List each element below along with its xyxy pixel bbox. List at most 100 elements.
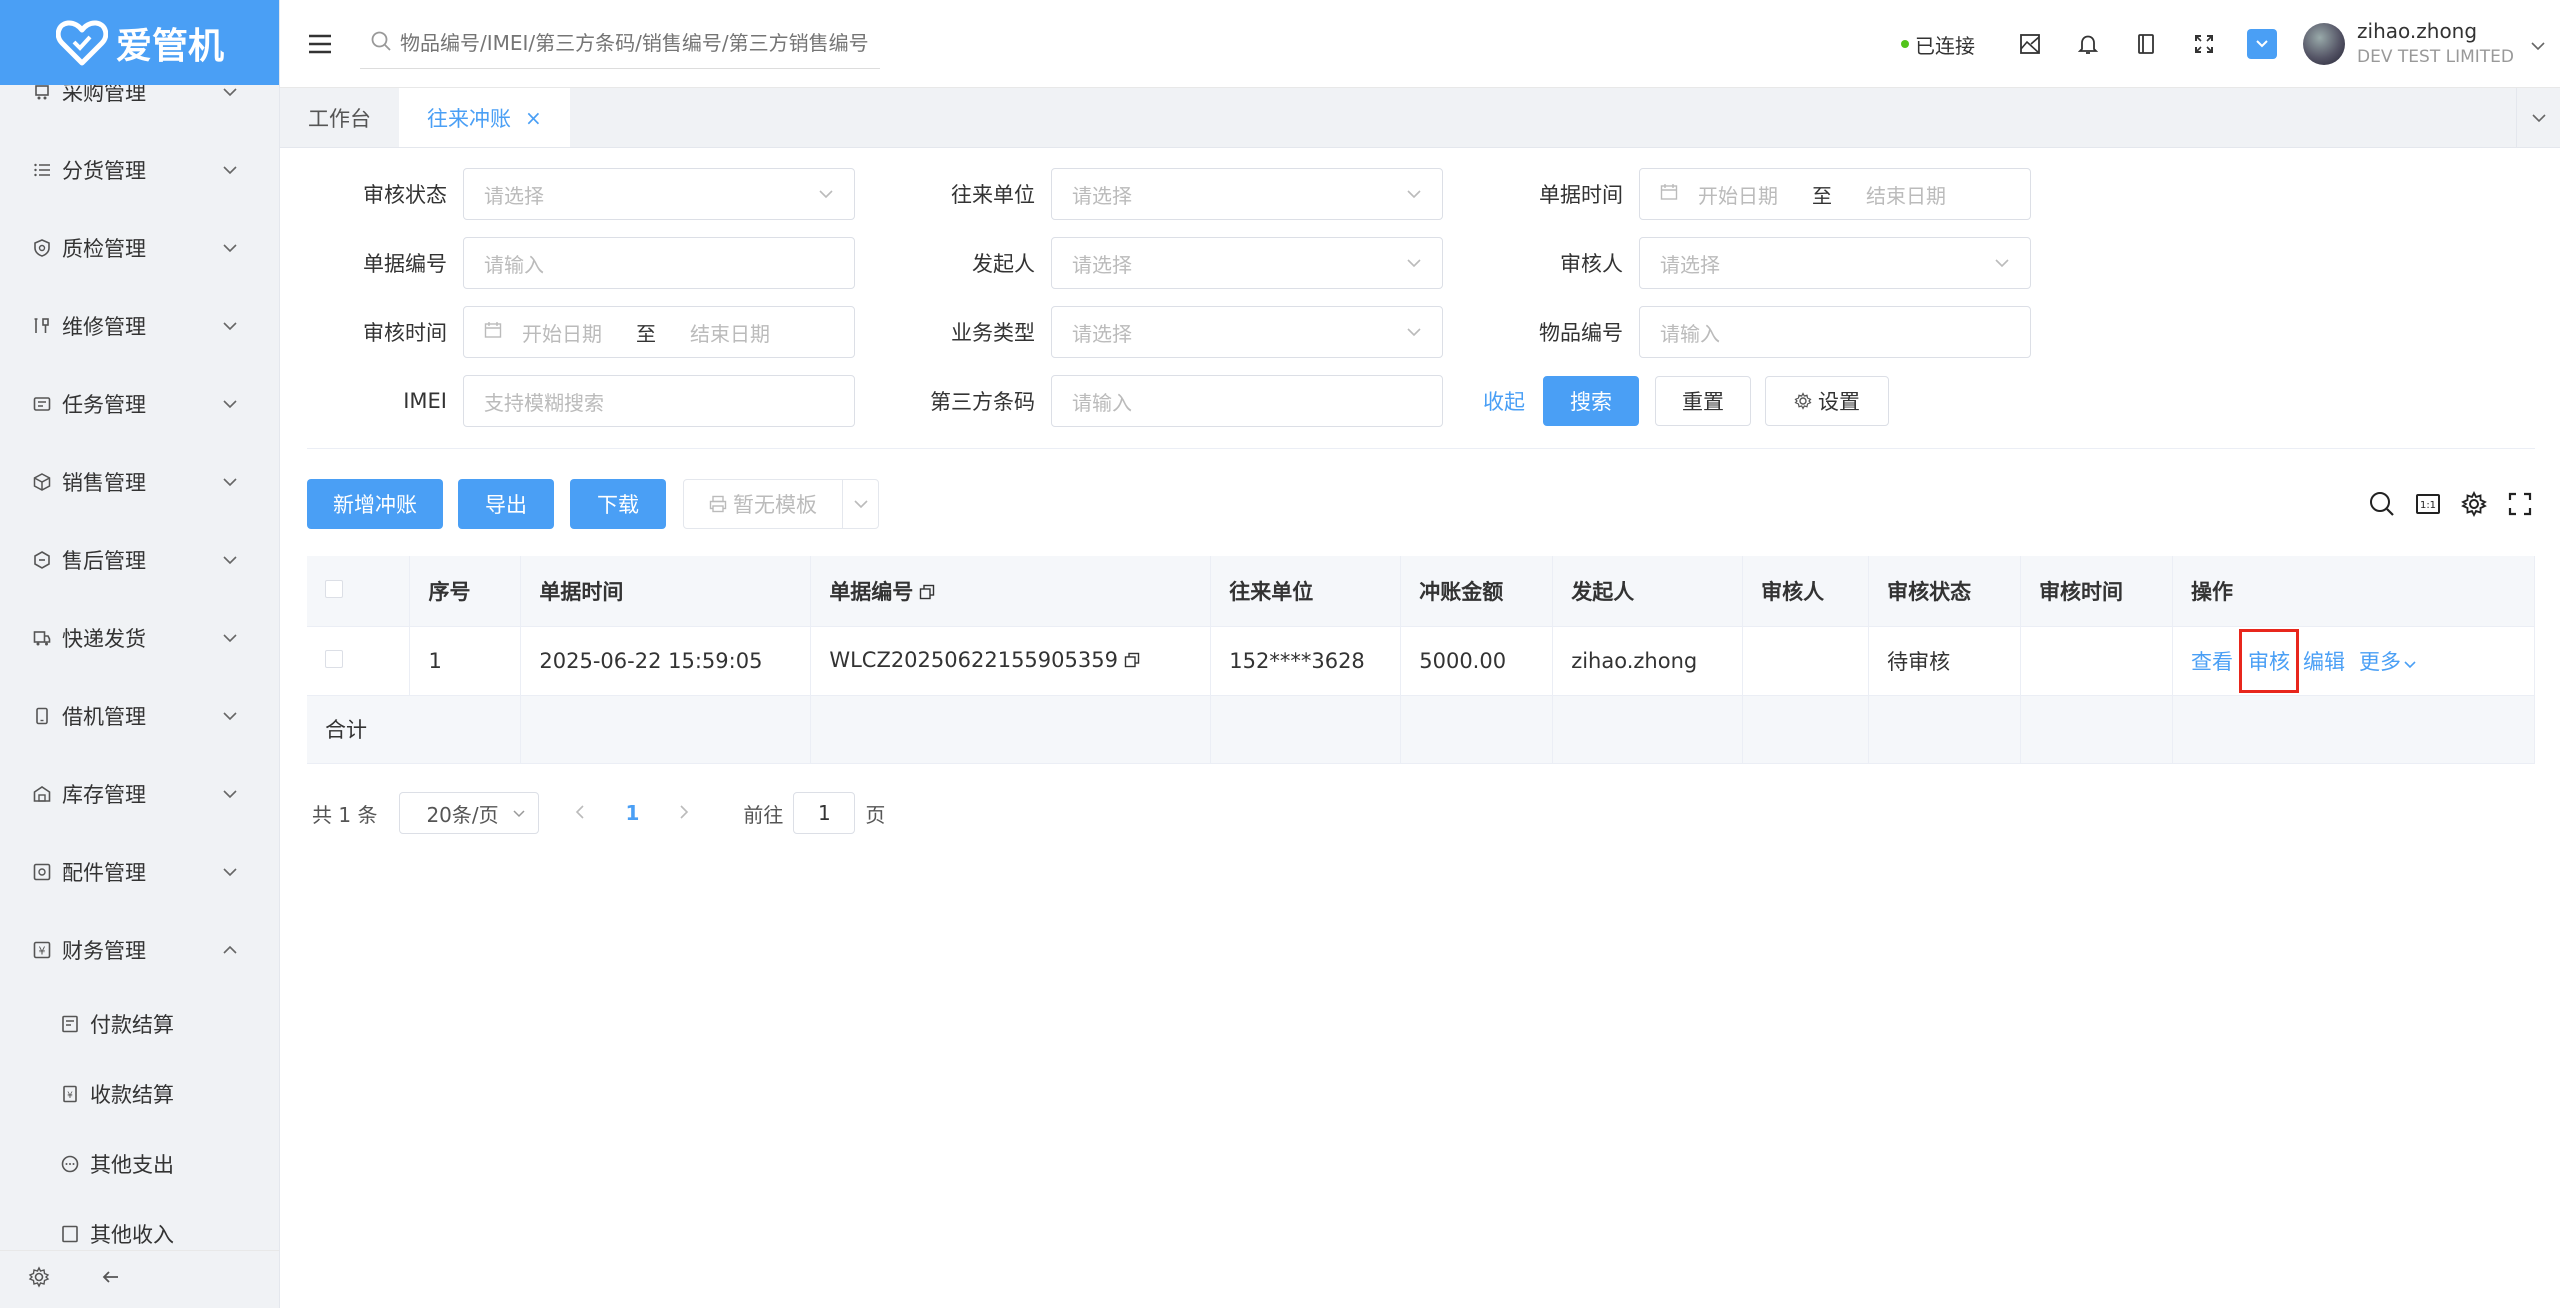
notebook-icon[interactable] [2117, 15, 2175, 73]
field-label: 物品编号 [1539, 321, 1623, 345]
initiator-select[interactable]: 请选择 [1051, 237, 1443, 289]
third-code-input[interactable]: 请输入 [1051, 375, 1443, 427]
add-reconciliation-button[interactable]: 新增冲账 [307, 479, 443, 529]
sidebar-item-finance[interactable]: ¥ 财务管理 [0, 911, 279, 989]
user-menu[interactable]: zihao.zhong DEV TEST LIMITED [2303, 18, 2546, 70]
row-checkbox[interactable] [325, 649, 343, 668]
parts-icon [30, 860, 54, 884]
tab-reconciliation[interactable]: 往来冲账 × [399, 88, 570, 147]
sidebar-subitem-receipt[interactable]: ¥ 收款结算 [0, 1059, 279, 1129]
col-header[interactable]: 序号 [409, 556, 522, 627]
export-button[interactable]: 导出 [458, 479, 554, 529]
field-label: IMEI [403, 389, 447, 413]
chevron-down-icon[interactable] [842, 480, 878, 528]
audit-time-range[interactable]: 开始日期 至 结束日期 [463, 306, 855, 358]
settings-button[interactable]: 设置 [1765, 376, 1889, 426]
tools-icon [30, 314, 54, 338]
sidebar-item-express[interactable]: 快递发货 [0, 599, 279, 677]
copy-icon[interactable] [919, 581, 935, 605]
goto-page-input[interactable]: 1 [793, 792, 856, 834]
item-no-input[interactable]: 请输入 [1639, 306, 2031, 358]
cell-doc-no: WLCZ20250622155905359 [810, 626, 1212, 696]
search-icon[interactable] [2367, 489, 2397, 519]
sidebar-item-parts[interactable]: 配件管理 [0, 833, 279, 911]
sidebar-subitem-payment[interactable]: 付款结算 [0, 989, 279, 1059]
col-header[interactable]: 审核人 [1742, 556, 1870, 627]
image-icon[interactable] [2001, 15, 2059, 73]
density-icon[interactable]: 1:1 [2413, 489, 2443, 519]
table-summary-row: 合计 [307, 695, 2535, 764]
sidebar-item-label: 配件管理 [62, 861, 146, 885]
col-header[interactable]: 单据时间 [520, 556, 812, 627]
divider [307, 448, 2535, 449]
imei-input[interactable]: 支持模糊搜索 [463, 375, 855, 427]
table-row[interactable]: 1 2025-06-22 15:59:05 WLCZ20250622155905… [307, 626, 2535, 696]
partner-select[interactable]: 请选择 [1051, 168, 1443, 220]
col-header[interactable]: 冲账金额 [1400, 556, 1554, 627]
next-page-icon[interactable] [679, 801, 689, 825]
col-header[interactable]: 往来单位 [1210, 556, 1402, 627]
sidebar-item-loan[interactable]: 借机管理 [0, 677, 279, 755]
global-search-input[interactable] [400, 31, 870, 55]
sidebar-item-repair[interactable]: 维修管理 [0, 287, 279, 365]
shield-check-icon [30, 236, 54, 260]
page-number[interactable]: 1 [625, 801, 639, 825]
view-link[interactable]: 查看 [2191, 646, 2233, 676]
copy-icon[interactable] [1124, 649, 1140, 673]
gear-icon[interactable] [28, 1266, 50, 1293]
sidebar-item-task[interactable]: 任务管理 [0, 365, 279, 443]
sidebar-item-label: 售后管理 [62, 549, 146, 573]
biz-type-select[interactable]: 请选择 [1051, 306, 1443, 358]
doc-time-range[interactable]: 开始日期 至 结束日期 [1639, 168, 2031, 220]
collapse-link[interactable]: 收起 [1483, 386, 1525, 416]
sidebar-subitem-other-expense[interactable]: 其他支出 [0, 1129, 279, 1199]
cell-auditor [1742, 626, 1870, 696]
sidebar-item-sales[interactable]: 销售管理 [0, 443, 279, 521]
col-header[interactable]: 发起人 [1552, 556, 1744, 627]
tabs-more-dropdown[interactable] [2516, 88, 2560, 148]
sidebar-item-label: 维修管理 [62, 315, 146, 339]
sidebar-item-allocation[interactable]: 分货管理 [0, 131, 279, 209]
sidebar: 采购管理 分货管理 质检管理 维修管理 任务管理 销售管理 售后管理 快递发货 … [0, 0, 280, 1308]
gear-icon[interactable] [2459, 489, 2489, 519]
col-header[interactable]: 审核状态 [1868, 556, 2022, 627]
tab-label: 工作台 [308, 106, 371, 131]
chevron-down-icon [220, 628, 240, 648]
chevron-down-icon [2404, 660, 2416, 668]
fullscreen-icon[interactable] [2175, 15, 2233, 73]
warehouse-icon [30, 782, 54, 806]
col-header-doc-no[interactable]: 单据编号 [810, 556, 1212, 627]
doc-no-input[interactable]: 请输入 [463, 237, 855, 289]
cell-initiator: zihao.zhong [1552, 626, 1744, 696]
close-icon[interactable]: × [525, 106, 542, 130]
page-size-select[interactable]: 20条/页 [399, 792, 540, 834]
settings-label: 设置 [1818, 390, 1860, 414]
col-header[interactable]: 审核时间 [2020, 556, 2173, 627]
sidebar-item-inventory[interactable]: 库存管理 [0, 755, 279, 833]
edit-link[interactable]: 编辑 [2303, 646, 2345, 676]
sidebar-item-aftersales[interactable]: 售后管理 [0, 521, 279, 599]
download-button[interactable]: 下载 [570, 479, 666, 529]
auditor-select[interactable]: 请选择 [1639, 237, 2031, 289]
reset-button[interactable]: 重置 [1655, 376, 1751, 426]
hamburger-menu-icon[interactable] [280, 0, 360, 88]
more-dropdown[interactable]: 更多 [2359, 646, 2417, 676]
app-logo[interactable]: 爱管机 [0, 0, 279, 85]
tab-workbench[interactable]: 工作台 [280, 88, 399, 147]
arrow-left-icon[interactable] [100, 1266, 122, 1293]
sidebar-item-label: 财务管理 [62, 939, 146, 963]
prev-page-icon[interactable] [575, 801, 585, 825]
fullscreen-icon[interactable] [2505, 489, 2535, 519]
audit-link[interactable]: 审核 [2239, 628, 2299, 693]
payment-doc-icon [58, 1012, 82, 1036]
select-all-checkbox[interactable] [325, 579, 343, 598]
bell-icon[interactable] [2059, 15, 2117, 73]
logo-text: 爱管机 [115, 25, 224, 67]
print-template-dropdown[interactable]: 暂无模板 [683, 479, 879, 529]
dropdown-toggle-icon[interactable] [2247, 29, 2278, 59]
audit-status-select[interactable]: 请选择 [463, 168, 855, 220]
search-button[interactable]: 搜索 [1543, 376, 1639, 426]
sidebar-item-quality[interactable]: 质检管理 [0, 209, 279, 287]
chevron-down-icon [220, 316, 240, 336]
status-dot-icon [1901, 40, 1910, 48]
